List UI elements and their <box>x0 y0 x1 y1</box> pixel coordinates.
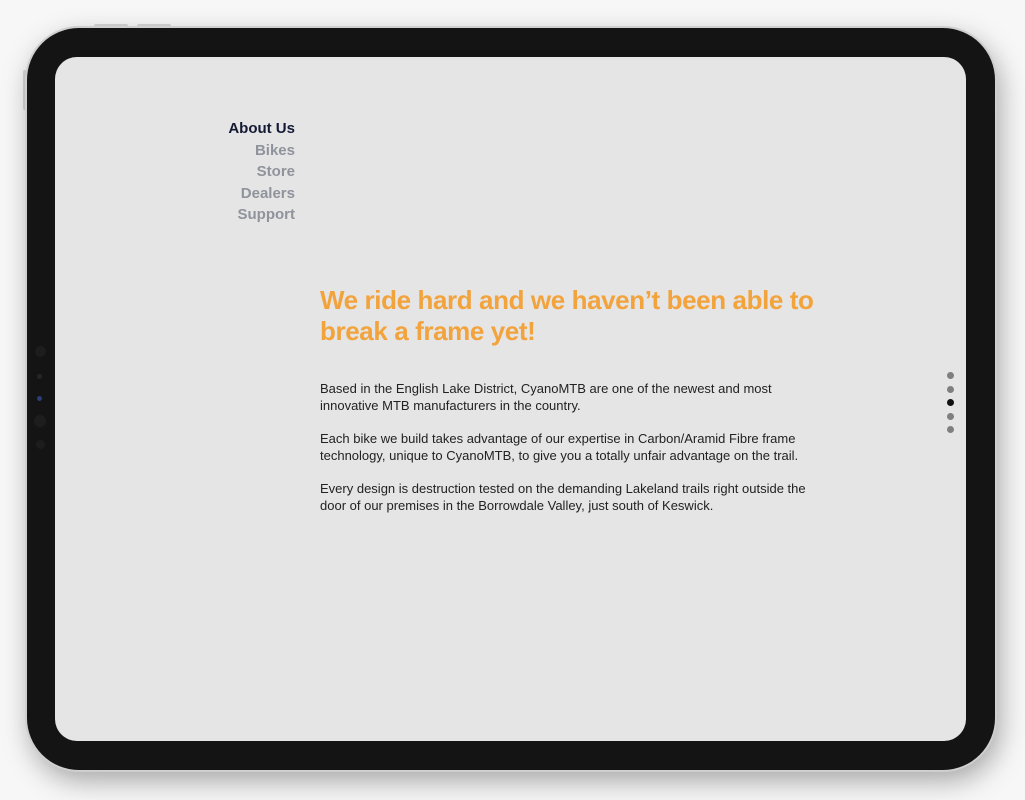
pager-dot-1[interactable] <box>947 372 954 379</box>
about-paragraph: Based in the English Lake District, Cyan… <box>320 381 772 413</box>
pager-dot-3-active[interactable] <box>947 399 954 406</box>
nav-item-dealers[interactable]: Dealers <box>205 183 295 205</box>
section-pager <box>947 372 955 440</box>
nav-item-bikes[interactable]: Bikes <box>205 140 295 162</box>
nav-item-store[interactable]: Store <box>205 161 295 183</box>
camera-sensor <box>37 374 42 379</box>
camera-sensor <box>35 346 46 357</box>
page-headline: We ride hard and we haven’t been able to… <box>320 285 814 346</box>
camera-sensor <box>36 440 45 449</box>
nav-item-support[interactable]: Support <box>205 204 296 226</box>
camera-indicator <box>37 396 42 401</box>
pager-dot-4[interactable] <box>947 412 954 420</box>
camera-lens <box>34 415 46 427</box>
tablet-screen: About Us Bikes Store Dealers Support We … <box>55 57 966 741</box>
about-paragraph: Every design is destruction tested on th… <box>320 481 806 513</box>
nav-item-about-us[interactable]: About Us <box>205 118 295 140</box>
pager-dot-2[interactable] <box>947 385 954 393</box>
main-navigation: About Us Bikes Store Dealers Support <box>205 118 295 226</box>
about-content: We ride hard and we haven’t been able to… <box>320 285 820 530</box>
about-paragraph: Each bike we build takes advantage of ou… <box>320 431 799 463</box>
pager-dot-5[interactable] <box>947 426 954 433</box>
